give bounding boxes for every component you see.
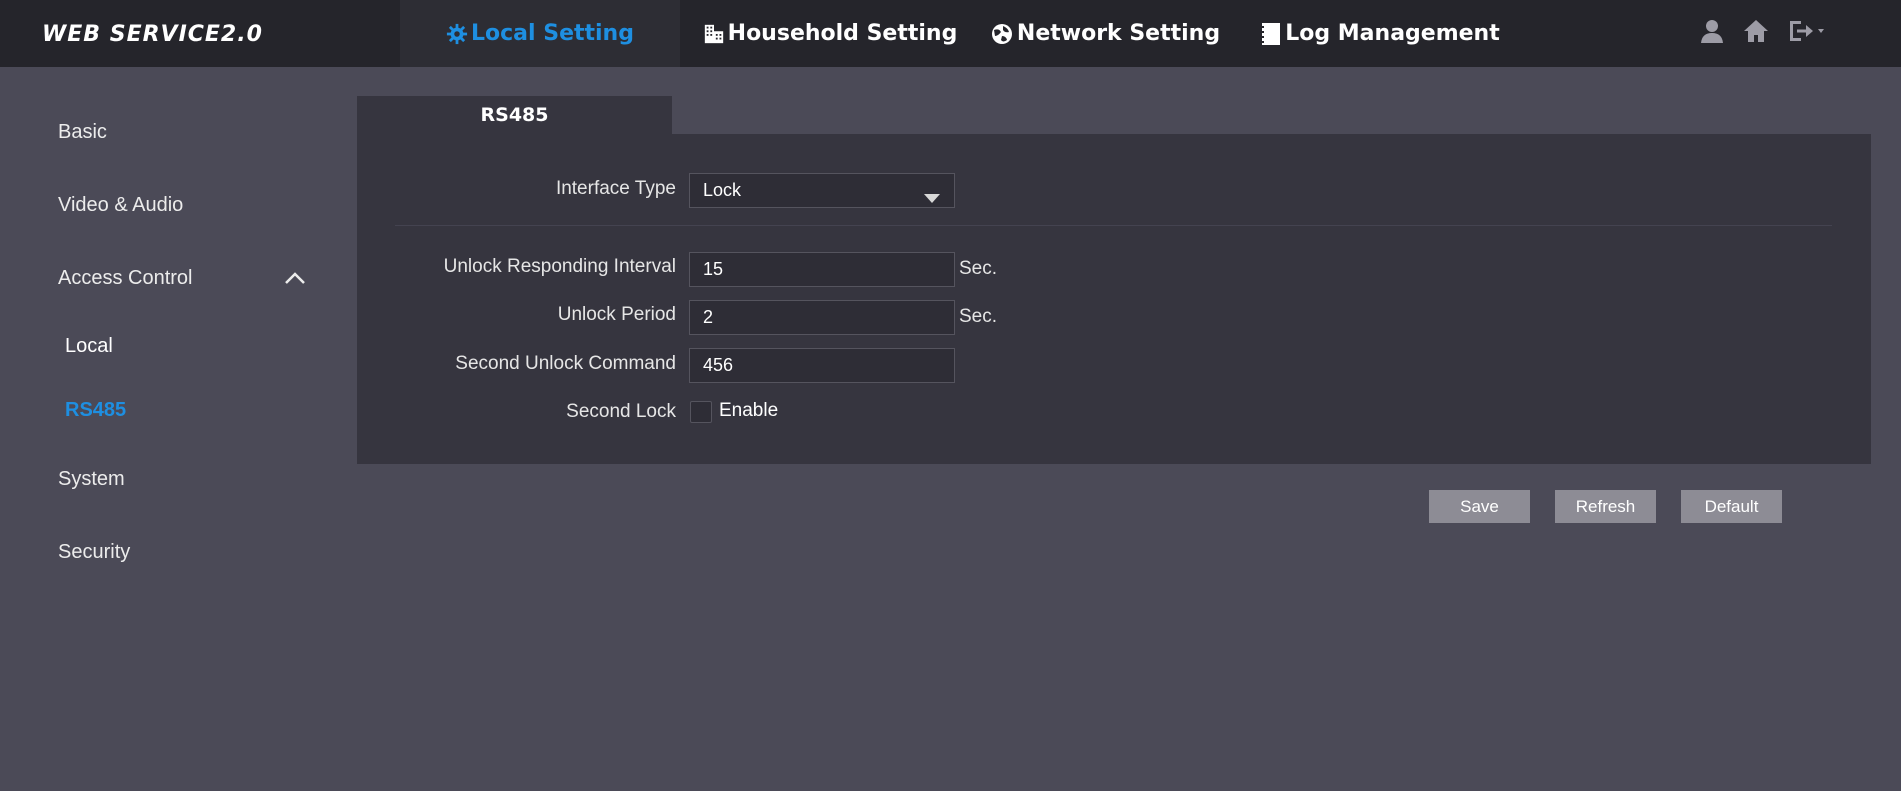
- top-bar: WEB SERVICE2.0 Local Setting Household S…: [0, 0, 1901, 67]
- top-icons: [1697, 16, 1829, 46]
- tab-label: Log Management: [1285, 21, 1500, 46]
- second-command-field[interactable]: [689, 348, 955, 383]
- unlock-period-input[interactable]: [703, 301, 954, 334]
- second-command-input[interactable]: [703, 349, 954, 382]
- logout-icon[interactable]: [1785, 16, 1829, 46]
- save-button[interactable]: Save: [1429, 490, 1530, 523]
- divider: [395, 225, 1832, 226]
- interface-type-label: Interface Type: [555, 178, 676, 199]
- chevron-up-icon[interactable]: [284, 271, 306, 290]
- log-icon: [1260, 22, 1282, 46]
- default-button[interactable]: Default: [1681, 490, 1782, 523]
- tab-label: Household Setting: [727, 21, 958, 46]
- unlock-interval-label: Unlock Responding Interval: [443, 256, 676, 277]
- sidebar-subitem-local[interactable]: Local: [65, 335, 113, 358]
- unlock-period-field[interactable]: [689, 300, 955, 335]
- gear-icon: [446, 23, 468, 45]
- building-icon: [703, 23, 725, 45]
- interface-type-select[interactable]: Lock: [689, 173, 955, 208]
- chevron-down-icon: [924, 187, 940, 208]
- sidebar-item-access-control[interactable]: Access Control: [58, 267, 193, 290]
- unlock-interval-input[interactable]: [703, 253, 954, 286]
- interface-type-value: Lock: [703, 180, 742, 200]
- second-lock-checkbox[interactable]: [690, 401, 712, 423]
- logo: WEB SERVICE2.0: [42, 22, 263, 47]
- second-command-label: Second Unlock Command: [455, 353, 676, 374]
- tab-log-management[interactable]: Log Management: [1230, 0, 1530, 67]
- tab-label: Network Setting: [1016, 21, 1221, 46]
- sidebar: Basic Video & Audio Access Control Local…: [0, 67, 340, 791]
- sidebar-subitem-rs485[interactable]: RS485: [65, 399, 126, 422]
- tab-network-setting[interactable]: Network Setting: [980, 0, 1230, 67]
- sidebar-item-basic[interactable]: Basic: [58, 121, 107, 144]
- enable-label: Enable: [719, 400, 779, 421]
- tab-household-setting[interactable]: Household Setting: [680, 0, 980, 67]
- unlock-period-unit: Sec.: [959, 306, 998, 327]
- tab-local-setting[interactable]: Local Setting: [400, 0, 680, 67]
- tab-label: Local Setting: [471, 21, 634, 46]
- second-lock-label: Second Lock: [566, 401, 676, 422]
- home-icon[interactable]: [1741, 16, 1771, 46]
- user-icon[interactable]: [1697, 16, 1727, 46]
- sidebar-item-system[interactable]: System: [58, 468, 125, 491]
- refresh-button[interactable]: Refresh: [1555, 490, 1656, 523]
- tab-rs485[interactable]: RS485: [357, 96, 672, 134]
- unlock-interval-unit: Sec.: [959, 258, 998, 279]
- sidebar-item-video-audio[interactable]: Video & Audio: [58, 194, 183, 217]
- unlock-interval-field[interactable]: [689, 252, 955, 287]
- sidebar-item-security[interactable]: Security: [58, 541, 130, 564]
- globe-icon: [990, 22, 1014, 46]
- unlock-period-label: Unlock Period: [557, 304, 676, 325]
